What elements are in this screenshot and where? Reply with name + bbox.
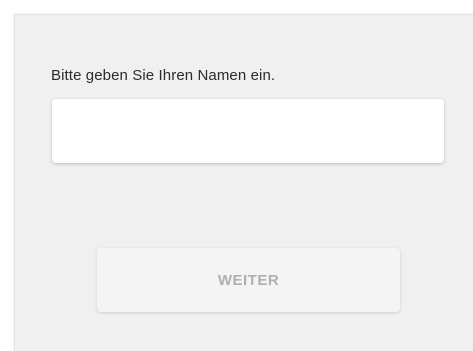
name-entry-panel: Bitte geben Sie Ihren Namen ein. WEITER (14, 14, 473, 351)
name-input[interactable] (52, 99, 444, 163)
next-button[interactable]: WEITER (97, 248, 400, 312)
name-prompt-label: Bitte geben Sie Ihren Namen ein. (51, 67, 276, 84)
